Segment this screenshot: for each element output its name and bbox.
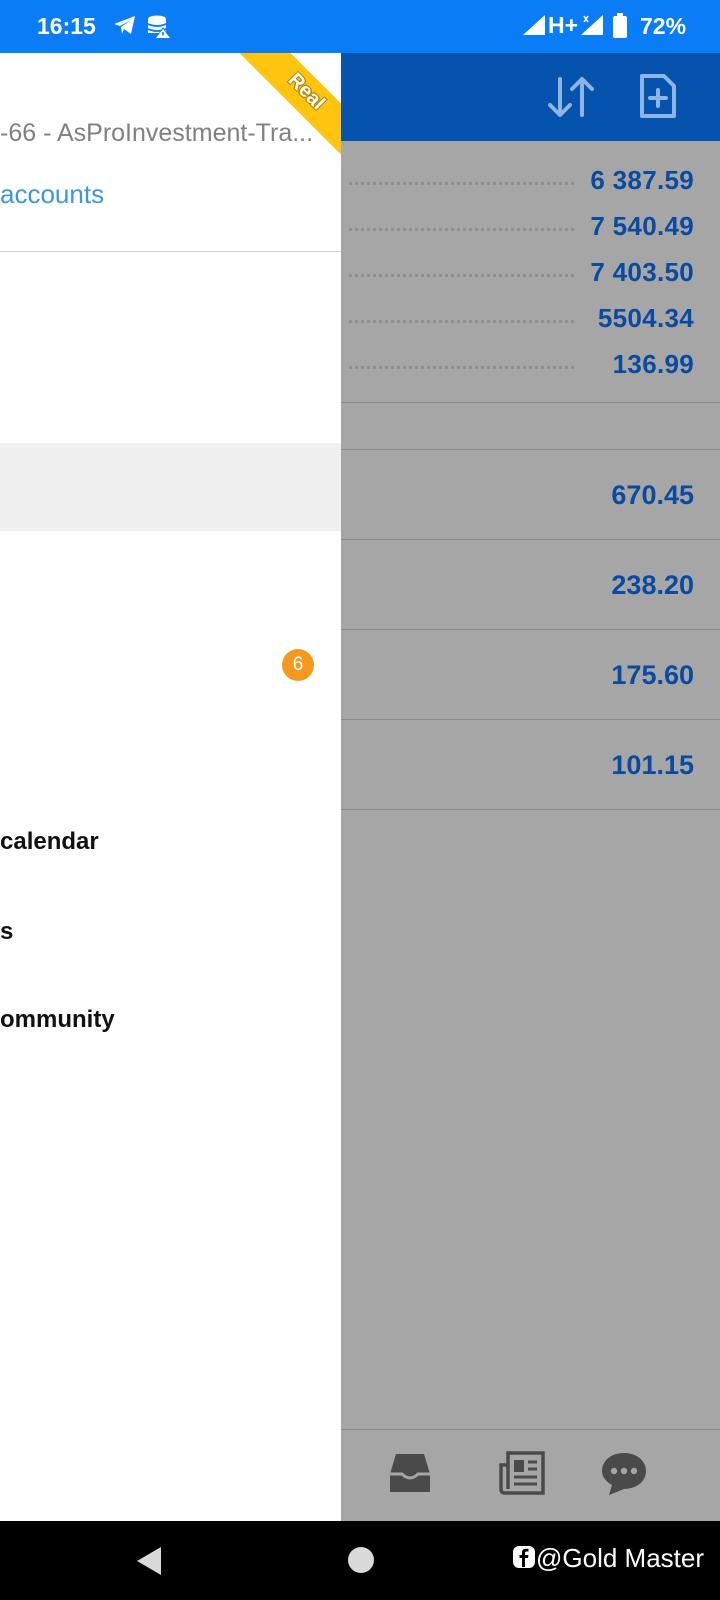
account-name[interactable]: -66 - AsProInvestment-Tra... xyxy=(0,119,320,148)
menu-item-community[interactable]: ommunity xyxy=(0,1006,115,1034)
back-icon[interactable] xyxy=(134,1544,164,1578)
selected-menu-item[interactable] xyxy=(0,443,341,531)
system-nav-bar: @Gold Master xyxy=(0,1521,720,1600)
list-item[interactable]: 175.60 xyxy=(341,630,720,720)
dotted-leader xyxy=(349,228,574,231)
value-text: 5504.34 xyxy=(597,303,694,333)
battery-percentage: 72% xyxy=(640,13,687,39)
signal-icon-2 xyxy=(581,15,603,35)
ribbon-label: Real xyxy=(283,68,330,115)
value-row: 136.99 xyxy=(341,339,694,385)
signal-icon xyxy=(523,15,545,35)
watermark-text: @Gold Master xyxy=(536,1543,704,1573)
value-row: 5504.34 xyxy=(341,293,694,339)
home-icon[interactable] xyxy=(348,1547,374,1573)
value-text: 6 387.59 xyxy=(590,165,694,195)
value-text: 7 540.49 xyxy=(590,211,694,241)
background-app: 6 387.59 7 540.49 7 403.50 5504.34 136.9… xyxy=(341,53,720,1521)
value-row: 7 540.49 xyxy=(341,201,694,247)
dotted-leader xyxy=(349,320,574,323)
facebook-icon xyxy=(513,1546,535,1568)
telegram-icon xyxy=(114,16,135,34)
status-time: 16:15 xyxy=(37,13,96,39)
list-value: 101.15 xyxy=(611,750,694,780)
list-item[interactable]: 238.20 xyxy=(341,540,720,630)
drawer-divider xyxy=(0,251,341,252)
value-text: 7 403.50 xyxy=(590,257,694,287)
battery-icon xyxy=(613,13,627,38)
dotted-leader xyxy=(349,182,574,185)
section-divider xyxy=(341,402,720,403)
inbox-icon[interactable] xyxy=(386,1450,434,1496)
manage-accounts-link[interactable]: accounts xyxy=(0,179,104,210)
list-item[interactable]: 101.15 xyxy=(341,720,720,810)
dotted-leader xyxy=(349,274,574,277)
notification-badge: 6 xyxy=(282,649,314,681)
database-warning-icon xyxy=(147,15,171,39)
news-icon[interactable] xyxy=(498,1450,546,1496)
add-document-icon[interactable] xyxy=(639,73,677,119)
sort-icon[interactable] xyxy=(546,75,596,119)
value-row: 7 403.50 xyxy=(341,247,694,293)
list-item[interactable]: 670.45 xyxy=(341,450,720,540)
value-row: 6 387.59 xyxy=(341,155,694,201)
chat-icon[interactable] xyxy=(599,1450,649,1498)
network-type: H+ xyxy=(548,12,579,38)
app-header xyxy=(341,53,720,141)
status-bar: 16:15 H+ 72% xyxy=(0,0,720,53)
menu-item-s[interactable]: s xyxy=(0,918,13,946)
dotted-leader xyxy=(349,366,574,369)
list-value: 670.45 xyxy=(611,480,694,510)
navigation-drawer: Real -66 - AsProInvestment-Tra... accoun… xyxy=(0,53,341,1521)
bottom-toolbar xyxy=(341,1429,720,1521)
list-value: 238.20 xyxy=(611,570,694,600)
value-text: 136.99 xyxy=(612,349,694,379)
menu-item-economic-calendar[interactable]: calendar xyxy=(0,828,99,856)
list-value: 175.60 xyxy=(611,660,694,690)
